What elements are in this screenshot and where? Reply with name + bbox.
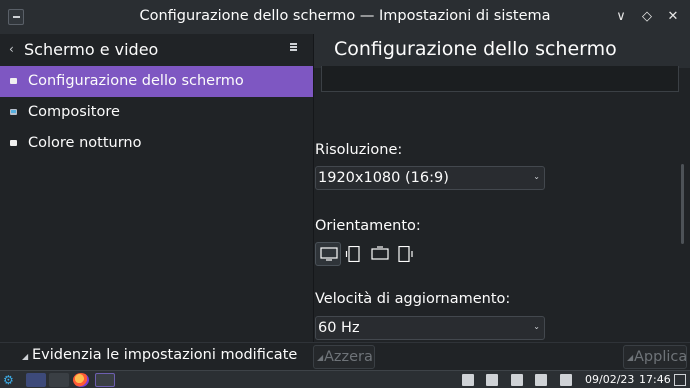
orientation-portrait-button[interactable]	[341, 242, 367, 266]
maximize-button[interactable]: ◇	[638, 8, 656, 26]
monitor-icon	[10, 78, 17, 84]
terminal-task-icon[interactable]	[49, 373, 69, 387]
portrait-flipped-icon	[398, 246, 413, 262]
sidebar-title: Schermo e video	[24, 40, 159, 59]
clock-date[interactable]: 09/02/23	[585, 373, 634, 386]
chevron-down-icon: ⌄	[533, 322, 540, 331]
highlight-icon: ◢	[22, 352, 29, 361]
volume-icon[interactable]	[535, 374, 547, 386]
chevron-down-icon: ⌄	[533, 172, 540, 181]
settings-task-icon[interactable]	[95, 373, 115, 387]
main-panel: Configurazione dello schermo Risoluzione…	[314, 34, 690, 342]
highlight-changes-label: Evidenzia le impostazioni modificate	[32, 347, 298, 363]
refresh-rate-label: Velocità di aggiornamento:	[315, 291, 511, 307]
compositor-icon	[10, 109, 17, 115]
close-button[interactable]: ✕	[664, 8, 682, 26]
sidebar-header: ‹ Schermo e video	[0, 34, 313, 66]
sidebar-item-night-color[interactable]: Colore notturno	[0, 128, 313, 159]
night-color-icon	[10, 140, 17, 146]
apply-button[interactable]: ◢ Applica	[623, 345, 687, 369]
main-header: Configurazione dello schermo	[314, 34, 690, 68]
portrait-icon	[345, 246, 360, 262]
apply-icon: ◢	[627, 353, 634, 362]
reset-label: Azzera	[324, 349, 373, 365]
reset-icon: ◢	[317, 353, 324, 362]
footer-bar: ◢ Evidenzia le impostazioni modificate ◢…	[0, 342, 690, 370]
keyboard-icon[interactable]	[462, 374, 474, 386]
app-launcher-icon[interactable]: ⚙	[3, 373, 19, 387]
apply-label: Applica	[634, 349, 688, 365]
taskbar: ⚙ 09/02/23 17:46	[0, 370, 690, 388]
sidebar: ‹ Schermo e video Configurazione dello s…	[0, 34, 313, 342]
orientation-label: Orientamento:	[315, 218, 421, 234]
minimize-button[interactable]: ∨	[612, 8, 630, 26]
menu-icon[interactable]	[290, 43, 298, 51]
files-task-icon[interactable]	[26, 373, 46, 387]
clipboard-icon[interactable]	[486, 374, 498, 386]
scrollbar[interactable]	[681, 164, 684, 244]
orientation-landscape-button[interactable]	[315, 242, 341, 266]
sidebar-item-label: Configurazione dello schermo	[28, 73, 244, 89]
sidebar-item-display-configuration[interactable]: Configurazione dello schermo	[0, 66, 313, 97]
show-desktop-icon[interactable]	[674, 374, 686, 386]
landscape-icon	[320, 247, 338, 261]
resolution-label: Risoluzione:	[315, 142, 403, 158]
sidebar-list: Configurazione dello schermo Compositore…	[0, 66, 313, 159]
sidebar-item-label: Compositore	[28, 104, 120, 120]
title-bar: Configurazione dello schermo — Impostazi…	[0, 0, 690, 34]
refresh-rate-select[interactable]: 60 Hz ⌄	[315, 316, 545, 340]
page-title: Configurazione dello schermo	[334, 38, 617, 60]
orientation-portrait-flipped-button[interactable]	[393, 242, 419, 266]
sidebar-item-label: Colore notturno	[28, 135, 142, 151]
tray-expand-icon[interactable]	[560, 374, 572, 386]
screen-layout-preview[interactable]	[321, 66, 679, 92]
resolution-select[interactable]: 1920x1080 (16:9) ⌄	[315, 166, 545, 190]
reset-button[interactable]: ◢ Azzera	[313, 345, 375, 369]
refresh-rate-value: 60 Hz	[318, 320, 360, 336]
sidebar-item-compositor[interactable]: Compositore	[0, 97, 313, 128]
orientation-buttons	[315, 242, 419, 266]
back-button[interactable]: ‹	[9, 42, 14, 56]
orientation-landscape-flipped-button[interactable]	[367, 242, 393, 266]
network-icon[interactable]	[511, 374, 523, 386]
window-title: Configurazione dello schermo — Impostazi…	[139, 8, 551, 24]
landscape-flipped-icon	[371, 246, 389, 260]
firefox-task-icon[interactable]	[73, 373, 89, 387]
resolution-value: 1920x1080 (16:9)	[318, 170, 449, 186]
clock-time[interactable]: 17:46	[639, 373, 671, 386]
